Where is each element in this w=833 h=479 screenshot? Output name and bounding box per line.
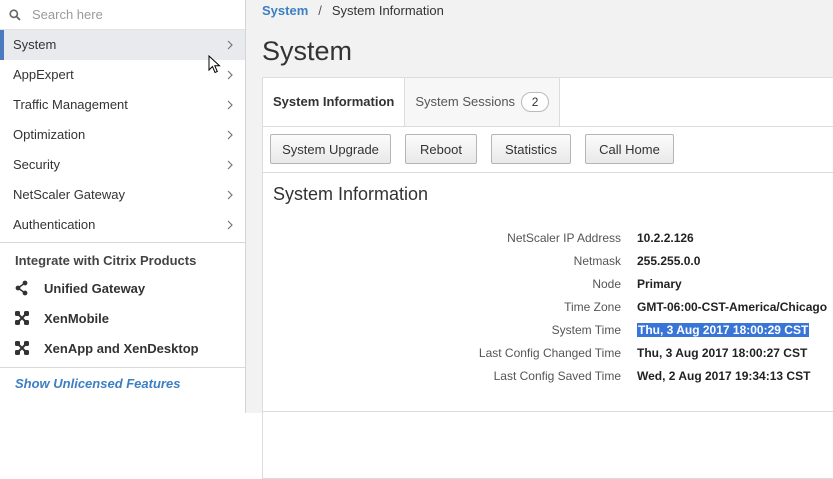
info-row-netmask: Netmask 255.255.0.0 [263, 254, 833, 276]
info-label: Last Config Saved Time [493, 369, 621, 383]
chevron-right-icon [227, 70, 233, 80]
reboot-button[interactable]: Reboot [405, 134, 477, 164]
share-icon [13, 279, 31, 297]
show-unlicensed-features-link[interactable]: Show Unlicensed Features [0, 376, 245, 391]
info-row-last-config-saved: Last Config Saved Time Wed, 2 Aug 2017 1… [263, 369, 833, 391]
sidebar-item-label: System [13, 37, 57, 52]
info-value: Wed, 2 Aug 2017 19:34:13 CST [637, 369, 811, 383]
sidebar-divider [0, 367, 245, 368]
sidebar: System AppExpert Traffic Management Opti… [0, 0, 246, 413]
integrate-item-unified-gateway[interactable]: Unified Gateway [0, 273, 245, 303]
sidebar-item-label: Security [13, 157, 60, 172]
chevron-right-icon [227, 160, 233, 170]
info-label: Netmask [573, 254, 621, 268]
system-panel: System Information System Sessions 2 Syst… [262, 77, 833, 479]
sidebar-item-label: NetScaler Gateway [13, 187, 125, 202]
info-row-node: Node Primary [263, 277, 833, 299]
integrate-item-label: XenApp and XenDesktop [44, 340, 199, 356]
sidebar-item-label: AppExpert [13, 67, 74, 82]
sidebar-item-netscaler-gateway[interactable]: NetScaler Gateway [0, 180, 245, 210]
sidebar-item-optimization[interactable]: Optimization [0, 120, 245, 150]
info-label: Node [592, 277, 621, 291]
system-upgrade-button[interactable]: System Upgrade [270, 134, 391, 164]
breadcrumb-system-link[interactable]: System [262, 3, 308, 18]
tab-label: System Information [273, 94, 395, 109]
info-label: System Time [551, 323, 621, 337]
integrate-item-xenapp[interactable]: XenApp and XenDesktop [0, 333, 245, 363]
mouse-cursor-icon [208, 55, 221, 74]
xenmobile-icon [13, 309, 31, 327]
sidebar-item-label: Traffic Management [13, 97, 128, 112]
chevron-right-icon [227, 130, 233, 140]
search-input[interactable] [30, 6, 224, 23]
info-row-time-zone: Time Zone GMT-06:00-CST-America/Chicago [263, 300, 833, 322]
sidebar-item-security[interactable]: Security [0, 150, 245, 180]
breadcrumb-current: System Information [331, 3, 444, 18]
tab-label: System Sessions [415, 94, 516, 109]
integrate-item-label: Unified Gateway [44, 280, 146, 296]
info-value: 10.2.2.126 [637, 231, 694, 245]
sidebar-item-label: Optimization [13, 127, 86, 142]
info-value: Thu, 3 Aug 2017 18:00:27 CST [637, 346, 808, 360]
chevron-right-icon [227, 40, 233, 50]
sidebar-item-label: Authentication [13, 217, 96, 232]
info-label: NetScaler IP Address [507, 231, 621, 245]
breadcrumb-separator: / [318, 3, 322, 18]
info-value: GMT-06:00-CST-America/Chicago [637, 300, 828, 314]
breadcrumb: System / System Information [262, 3, 444, 18]
tab-bar: System Information System Sessions 2 [263, 78, 833, 127]
page-title: System [262, 36, 353, 66]
chevron-right-icon [227, 100, 233, 110]
session-count-badge: 2 [521, 92, 550, 112]
main-content: System / System Information System System … [246, 0, 833, 479]
chevron-right-icon [227, 190, 233, 200]
info-value: Primary [637, 277, 682, 291]
section-title: System Information [273, 184, 429, 204]
info-label: Time Zone [564, 300, 621, 314]
section-divider [263, 411, 833, 412]
info-label: Last Config Changed Time [478, 346, 621, 360]
sidebar-item-traffic-management[interactable]: Traffic Management [0, 90, 245, 120]
action-toolbar: System Upgrade Reboot Statistics Call Ho… [263, 127, 833, 173]
statistics-button[interactable]: Statistics [491, 134, 571, 164]
tab-system-sessions[interactable]: System Sessions 2 [405, 78, 561, 126]
chevron-right-icon [227, 220, 233, 230]
search-bar [0, 0, 245, 30]
info-row-ip-address: NetScaler IP Address 10.2.2.126 [263, 231, 833, 253]
integrate-item-xenmobile[interactable]: XenMobile [0, 303, 245, 333]
info-row-system-time: System Time Thu, 3 Aug 2017 18:00:29 CST [263, 323, 833, 345]
info-value-selected[interactable]: Thu, 3 Aug 2017 18:00:29 CST [637, 323, 810, 337]
integrate-section-title: Integrate with Citrix Products [15, 253, 197, 268]
integrate-item-label: XenMobile [44, 310, 110, 326]
search-icon [0, 8, 30, 21]
info-row-last-config-changed: Last Config Changed Time Thu, 3 Aug 2017… [263, 346, 833, 368]
sidebar-item-authentication[interactable]: Authentication [0, 210, 245, 240]
tab-system-information[interactable]: System Information [263, 78, 406, 126]
xenapp-icon [13, 339, 31, 357]
call-home-button[interactable]: Call Home [585, 134, 674, 164]
info-value: 255.255.0.0 [637, 254, 701, 268]
